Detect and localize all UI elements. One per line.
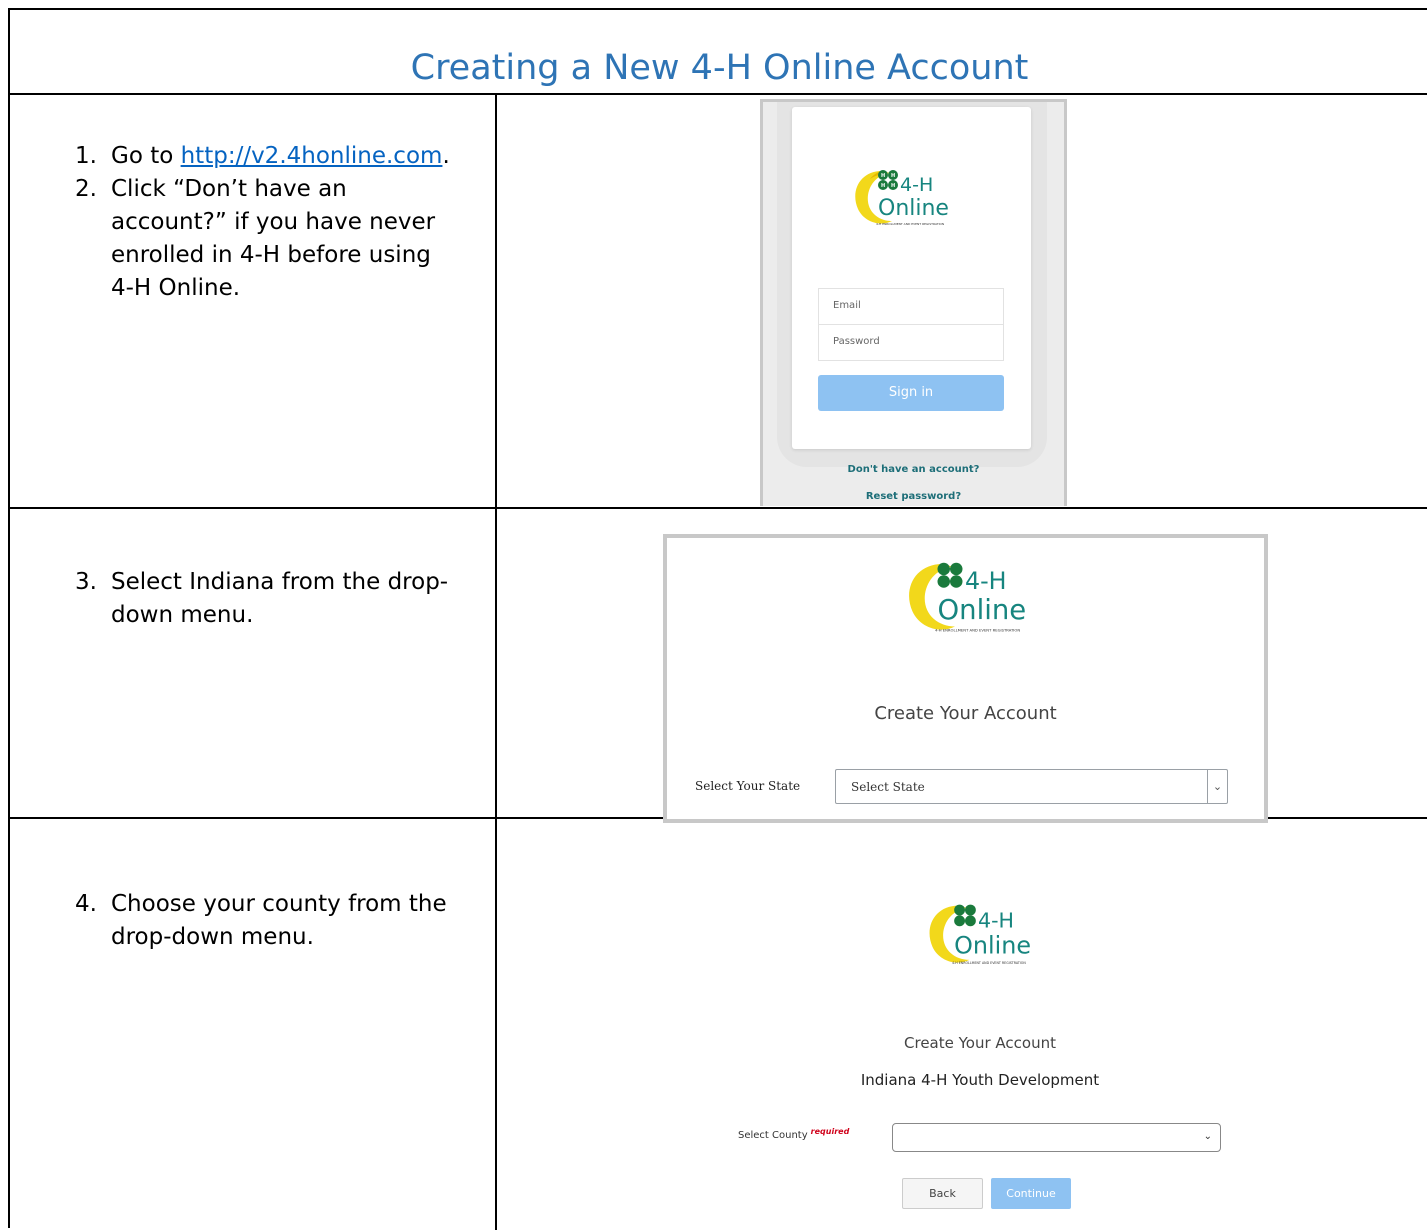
- svg-text:4-H: 4-H: [978, 908, 1014, 932]
- step-4: 4. Choose your county from the drop-down…: [75, 888, 485, 954]
- svg-text:4-H: 4-H: [965, 567, 1007, 595]
- svg-text:H: H: [881, 183, 885, 189]
- signin-button[interactable]: Sign in: [818, 375, 1004, 411]
- logo-text: 4-H: [900, 174, 933, 196]
- title-row: Creating a New 4-H Online Account: [10, 10, 1427, 95]
- svg-text:4-H ENROLLMENT AND EVENT REGIS: 4-H ENROLLMENT AND EVENT REGISTRATION: [876, 222, 944, 226]
- document-title: Creating a New 4-H Online Account: [410, 48, 1029, 88]
- steps-group-3: 4. Choose your county from the drop-down…: [75, 888, 495, 954]
- step-number: 1.: [75, 143, 97, 169]
- step-text: Choose your county from the drop-down me…: [111, 891, 447, 950]
- steps-group-2: 3. Select Indiana from the drop-down men…: [75, 566, 495, 632]
- state-screenshot: 4-H Online 4-H ENROLLMENT AND EVENT REGI…: [663, 534, 1268, 823]
- steps-group-1: 1. Go to http://v2.4honline.com. 2. Clic…: [75, 140, 495, 305]
- step-number: 2.: [75, 176, 97, 202]
- step-3: 3. Select Indiana from the drop-down men…: [75, 566, 495, 632]
- state-label: Select Your State: [695, 779, 801, 793]
- county-label: Select County required: [738, 1127, 850, 1141]
- county-screenshot: 4-H Online 4-H ENROLLMENT AND EVENT REGI…: [700, 875, 1260, 1220]
- chevron-down-icon[interactable]: ⌄: [1207, 770, 1227, 803]
- website-link[interactable]: http://v2.4honline.com: [181, 143, 443, 169]
- step-number: 4.: [75, 891, 97, 917]
- step-text: Select Indiana from the drop-down menu.: [111, 569, 449, 628]
- password-field[interactable]: Password: [818, 324, 1004, 361]
- step-1: 1. Go to http://v2.4honline.com.: [75, 140, 495, 173]
- step-number: 3.: [75, 569, 97, 595]
- svg-text:Online: Online: [938, 594, 1027, 626]
- svg-text:Online: Online: [878, 196, 949, 221]
- svg-text:4-H ENROLLMENT AND EVENT REGIS: 4-H ENROLLMENT AND EVENT REGISTRATION: [935, 629, 1020, 633]
- back-button[interactable]: Back: [902, 1178, 983, 1209]
- 4h-online-logo: H H H H 4-H Online 4-H ENROLLMENT AND EV…: [852, 165, 972, 238]
- signin-card: H H H H 4-H Online 4-H ENROLLMENT AND EV…: [792, 107, 1031, 449]
- required-marker: required: [810, 1127, 850, 1136]
- signin-screenshot: H H H H 4-H Online 4-H ENROLLMENT AND EV…: [760, 99, 1067, 506]
- state-select-value: Select State: [851, 780, 925, 794]
- no-account-link[interactable]: Don't have an account?: [763, 464, 1064, 475]
- svg-text:Online: Online: [954, 931, 1031, 959]
- svg-text:H: H: [891, 183, 895, 189]
- email-field[interactable]: Email: [818, 288, 1004, 325]
- county-label-text: Select County: [738, 1130, 808, 1141]
- step-2: 2. Click “Don’t have an account?” if you…: [75, 173, 460, 305]
- county-select[interactable]: ⌄: [892, 1123, 1221, 1152]
- svg-text:H: H: [881, 173, 885, 179]
- step-text: .: [442, 143, 450, 169]
- 4h-online-logo: 4-H Online 4-H ENROLLMENT AND EVENT REGI…: [905, 555, 1055, 648]
- continue-button[interactable]: Continue: [991, 1178, 1071, 1209]
- create-account-heading: Create Your Account: [874, 703, 1057, 724]
- org-name: Indiana 4-H Youth Development: [860, 1071, 1100, 1089]
- svg-text:4-H ENROLLMENT AND EVENT REGIS: 4-H ENROLLMENT AND EVENT REGISTRATION: [952, 961, 1026, 965]
- create-account-heading: Create Your Account: [904, 1034, 1056, 1052]
- reset-password-link[interactable]: Reset password?: [763, 491, 1064, 502]
- state-select[interactable]: Select State ⌄: [835, 769, 1228, 804]
- step-text: Click “Don’t have an account?” if you ha…: [111, 176, 436, 301]
- svg-text:H: H: [891, 173, 895, 179]
- column-divider: [495, 95, 497, 1230]
- step-text: Go to: [111, 143, 181, 169]
- row-divider-1: [10, 507, 1427, 509]
- chevron-down-icon[interactable]: ⌄: [1204, 1131, 1212, 1142]
- 4h-online-logo: 4-H Online 4-H ENROLLMENT AND EVENT REGI…: [926, 898, 1056, 979]
